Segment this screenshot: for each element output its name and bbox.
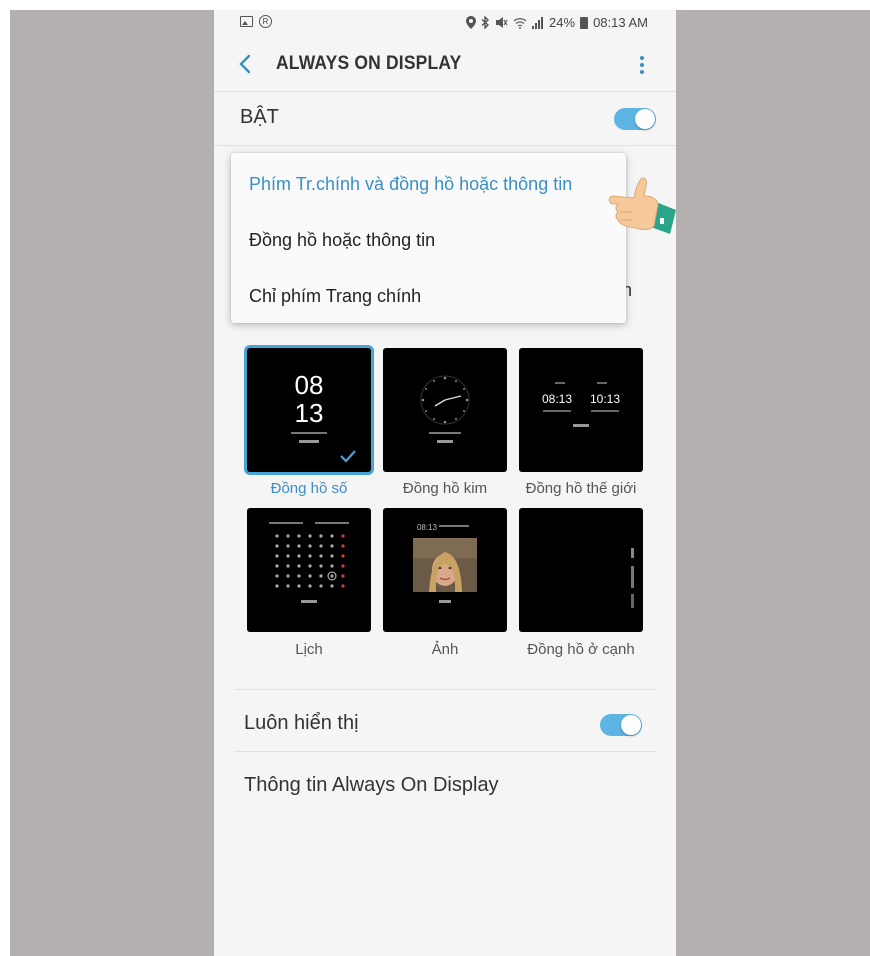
gallery-notification-icon bbox=[240, 16, 253, 27]
clock-style-edge[interactable] bbox=[519, 508, 643, 632]
world-time-left: 08:13 bbox=[542, 392, 572, 406]
clock-style-edge-label: Đồng hồ ở cạnh bbox=[527, 641, 635, 658]
main-toggle-divider bbox=[214, 145, 676, 146]
always-show-label: Luôn hiển thị bbox=[244, 712, 359, 734]
dropdown-item-clock-or-info[interactable]: Đồng hồ hoặc thông tin bbox=[249, 230, 435, 251]
page-title: ALWAYS ON DISPLAY bbox=[276, 53, 462, 74]
bluetooth-icon bbox=[481, 16, 490, 29]
background-panel-left bbox=[10, 10, 214, 956]
dropdown-item-home-and-clock[interactable]: Phím Tr.chính và đồng hồ hoặc thông tin bbox=[249, 174, 572, 195]
main-toggle-switch[interactable] bbox=[614, 108, 656, 130]
app-bar: ALWAYS ON DISPLAY bbox=[214, 36, 676, 92]
clock-style-photo[interactable]: 08:13 bbox=[383, 508, 507, 632]
clock-style-analog-label: Đồng hồ kim bbox=[402, 480, 488, 497]
back-arrow-icon[interactable] bbox=[232, 50, 260, 78]
signal-icon bbox=[532, 16, 544, 29]
digital-hours: 08 bbox=[295, 370, 324, 400]
mute-icon bbox=[496, 17, 508, 28]
clock-time: 08:13 AM bbox=[593, 15, 648, 30]
clock-style-photo-label: Ảnh bbox=[431, 641, 459, 658]
battery-icon bbox=[580, 16, 589, 29]
clock-style-digital-label: Đồng hồ số bbox=[270, 480, 348, 497]
wifi-icon bbox=[513, 17, 527, 29]
clock-style-digital[interactable]: 08 13 bbox=[247, 348, 371, 472]
selected-check-icon bbox=[340, 450, 356, 463]
clock-style-world-label: Đồng hồ thế giới bbox=[525, 480, 637, 497]
clock-style-calendar[interactable] bbox=[247, 508, 371, 632]
calendar-grid bbox=[269, 522, 349, 603]
dropdown-menu: Phím Tr.chính và đồng hồ hoặc thông tin … bbox=[231, 153, 626, 323]
battery-percent: 24% bbox=[549, 15, 576, 30]
aod-info-label: Thông tin Always On Display bbox=[244, 774, 499, 796]
phone-screen: R 24% 08:13 AM ALWAYS ON DISPLAY BẬT àn … bbox=[214, 10, 676, 956]
registered-notification-icon: R bbox=[259, 15, 272, 28]
dropdown-item-home-only[interactable]: Chỉ phím Trang chính bbox=[249, 286, 421, 307]
location-icon bbox=[466, 16, 477, 29]
always-show-toggle[interactable] bbox=[600, 714, 642, 736]
clock-style-analog[interactable] bbox=[383, 348, 507, 472]
digital-minutes: 13 bbox=[295, 398, 324, 428]
clock-style-calendar-label: Lịch bbox=[295, 641, 323, 658]
main-toggle-label: BẬT bbox=[240, 106, 279, 128]
status-bar: R 24% 08:13 AM bbox=[214, 10, 676, 36]
aod-info-row[interactable]: Thông tin Always On Display bbox=[214, 762, 676, 814]
main-toggle-row[interactable]: BẬT bbox=[214, 92, 676, 146]
pointing-hand-icon bbox=[608, 177, 676, 234]
always-show-divider bbox=[234, 751, 656, 752]
section-divider bbox=[234, 689, 656, 690]
world-time-right: 10:13 bbox=[590, 392, 620, 406]
clock-style-world[interactable]: 08:13 10:13 bbox=[519, 348, 643, 472]
photo-clock-time: 08:13 bbox=[417, 523, 438, 532]
background-panel-right bbox=[676, 10, 870, 956]
always-show-row[interactable]: Luôn hiển thị bbox=[214, 700, 676, 752]
more-options-icon[interactable] bbox=[632, 52, 652, 78]
